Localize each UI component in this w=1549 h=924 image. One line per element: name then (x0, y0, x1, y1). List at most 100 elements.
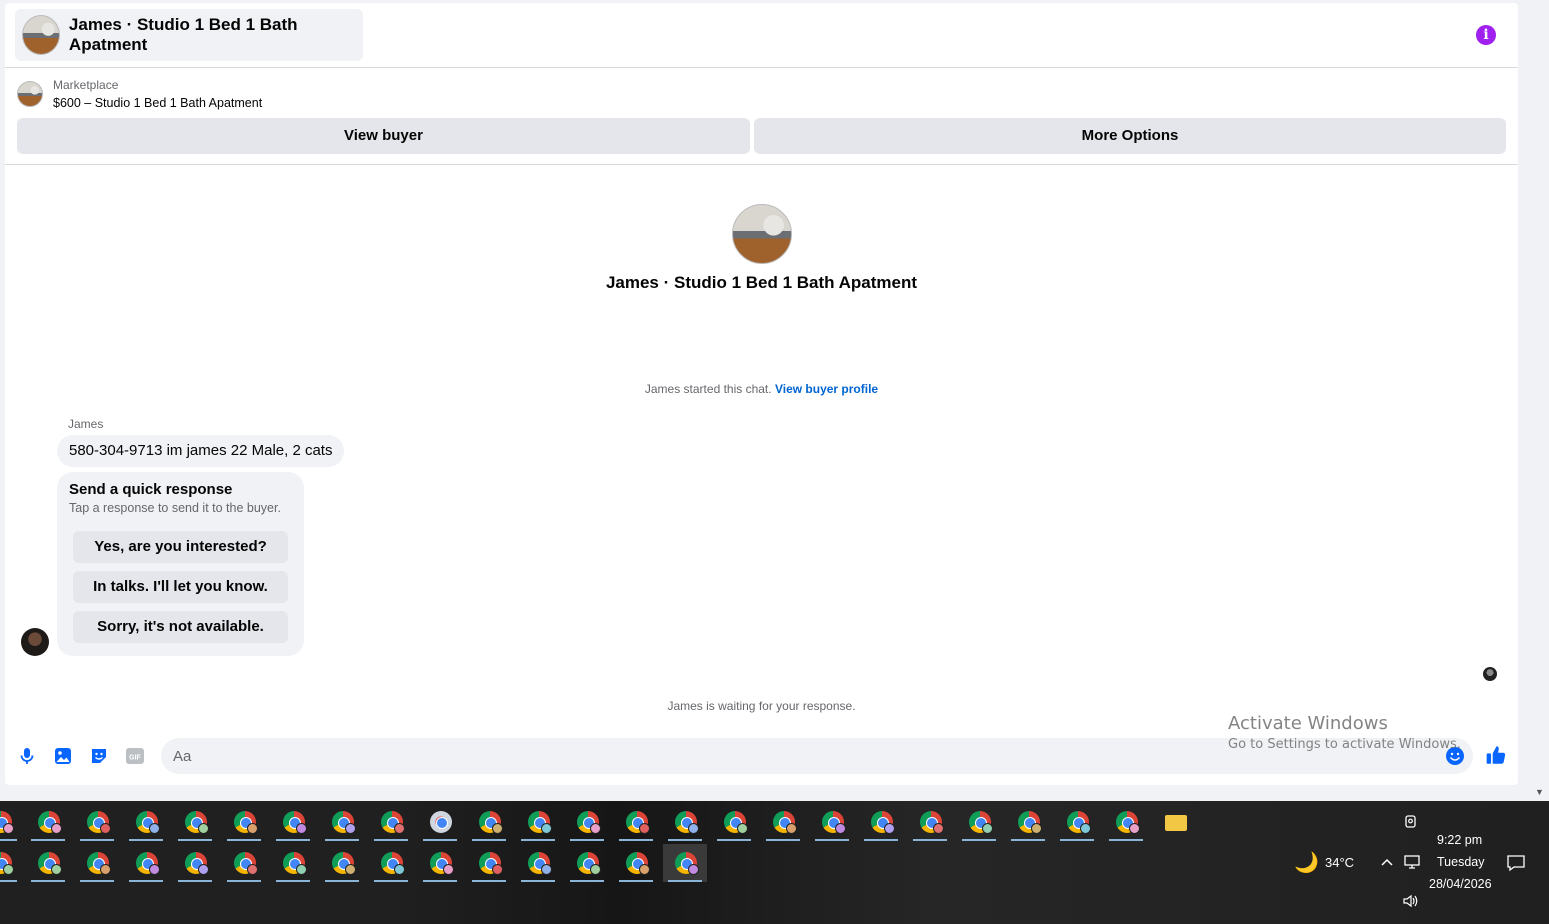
moon-icon[interactable]: 🌙 (1294, 850, 1319, 875)
profile-badge-icon (149, 823, 160, 834)
profile-avatar[interactable] (732, 204, 792, 264)
taskbar-app-button[interactable] (369, 844, 413, 882)
running-indicator (374, 839, 408, 841)
running-indicator (178, 880, 212, 882)
taskbar-app-button[interactable] (26, 844, 70, 882)
profile-badge-icon (982, 823, 993, 834)
taskbar-app-button[interactable] (320, 844, 364, 882)
taskbar-app-button[interactable] (712, 803, 756, 841)
taskbar-app-button[interactable] (75, 803, 119, 841)
clock-date[interactable]: 28/04/2026 (1429, 877, 1492, 891)
profile-badge-icon (394, 823, 405, 834)
view-buyer-profile-link[interactable]: View buyer profile (775, 382, 878, 396)
message-input[interactable] (161, 738, 1473, 774)
taskbar-app-button[interactable] (320, 803, 364, 841)
quick-response-button[interactable]: Sorry, it's not available. (73, 611, 288, 643)
thumbs-up-icon[interactable] (1485, 744, 1507, 766)
taskbar-app-button[interactable] (222, 803, 266, 841)
more-options-button[interactable]: More Options (754, 118, 1506, 154)
taskbar-app-button[interactable] (859, 803, 903, 841)
clock-time[interactable]: 9:22 pm (1437, 833, 1482, 847)
taskbar-app-button[interactable] (271, 803, 315, 841)
scroll-down-arrow[interactable]: ▼ (1535, 787, 1544, 797)
quick-response-title: Send a quick response (69, 481, 233, 498)
taskbar-app-button[interactable] (761, 803, 805, 841)
running-indicator (0, 839, 17, 841)
profile-badge-icon (51, 823, 62, 834)
taskbar-app-button[interactable] (124, 844, 168, 882)
volume-icon[interactable] (1402, 893, 1420, 909)
view-buyer-button[interactable]: View buyer (17, 118, 750, 154)
message-bubble[interactable]: 580-304-9713 im james 22 Male, 2 cats (57, 435, 345, 467)
taskbar-app-button[interactable] (0, 844, 22, 882)
waiting-notice: James is waiting for your response. (667, 699, 856, 713)
taskbar-app-button[interactable] (957, 803, 1001, 841)
taskbar-app-button[interactable] (124, 803, 168, 841)
taskbar-app-button[interactable] (516, 844, 560, 882)
taskbar-app-button[interactable] (1006, 803, 1050, 841)
taskbar-app-button[interactable] (26, 803, 70, 841)
taskbar-app-button[interactable] (663, 803, 707, 841)
taskbar-app-button[interactable] (565, 803, 609, 841)
file-explorer-button[interactable] (1153, 803, 1197, 841)
meet-now-icon[interactable] (1403, 814, 1419, 830)
running-indicator (423, 839, 457, 841)
profile-badge-icon (247, 823, 258, 834)
running-indicator (570, 880, 604, 882)
taskbar-app-button[interactable] (1104, 803, 1148, 841)
taskbar-app-button[interactable] (418, 844, 462, 882)
taskbar-app-button[interactable] (908, 803, 952, 841)
network-icon[interactable] (1403, 854, 1421, 870)
info-icon[interactable]: i (1476, 25, 1496, 45)
taskbar-app-button[interactable] (810, 803, 854, 841)
emoji-icon[interactable] (1445, 746, 1465, 766)
taskbar-app-button[interactable] (271, 844, 315, 882)
taskbar-app-button[interactable] (0, 803, 22, 841)
gif-icon[interactable]: GIF (125, 746, 145, 766)
profile-badge-icon (639, 864, 650, 875)
running-indicator (717, 839, 751, 841)
listing-title[interactable]: $600 – Studio 1 Bed 1 Bath Apatment (53, 96, 262, 110)
profile-badge-icon (443, 864, 454, 875)
taskbar-app-button[interactable] (516, 803, 560, 841)
chat-started-notice: James started this chat. View buyer prof… (5, 382, 1518, 396)
profile-badge-icon (786, 823, 797, 834)
quick-response-button[interactable]: In talks. I'll let you know. (73, 571, 288, 603)
profile-badge-icon (541, 823, 552, 834)
taskbar-app-button[interactable] (663, 844, 707, 882)
taskbar-app-button[interactable] (75, 844, 119, 882)
taskbar-app-button[interactable] (418, 803, 462, 841)
running-indicator (374, 880, 408, 882)
profile-badge-icon (492, 864, 503, 875)
profile-badge-icon (198, 864, 209, 875)
running-indicator (129, 880, 163, 882)
clock-day[interactable]: Tuesday (1437, 855, 1484, 869)
running-indicator (619, 839, 653, 841)
profile-badge-icon (492, 823, 503, 834)
taskbar-app-button[interactable] (1055, 803, 1099, 841)
sticker-icon[interactable] (89, 746, 109, 766)
quick-response-button[interactable]: Yes, are you interested? (73, 531, 288, 563)
weather-temperature[interactable]: 34°C (1325, 855, 1354, 870)
taskbar-app-button[interactable] (173, 803, 217, 841)
profile-badge-icon (198, 823, 209, 834)
taskbar-app-button[interactable] (173, 844, 217, 882)
taskbar-app-button[interactable] (467, 844, 511, 882)
running-indicator (325, 839, 359, 841)
taskbar-app-button[interactable] (222, 844, 266, 882)
taskbar-app-button[interactable] (565, 844, 609, 882)
photo-icon[interactable] (53, 746, 73, 766)
running-indicator (521, 839, 555, 841)
taskbar-app-button[interactable] (614, 844, 658, 882)
sender-avatar[interactable] (21, 628, 49, 656)
conversation-title-button[interactable]: James · Studio 1 Bed 1 Bath Apatment (15, 9, 363, 61)
profile-badge-icon (296, 864, 307, 875)
taskbar-app-button[interactable] (369, 803, 413, 841)
microphone-icon[interactable] (17, 746, 37, 766)
running-indicator (276, 839, 310, 841)
running-indicator (31, 880, 65, 882)
chevron-up-icon[interactable] (1380, 856, 1394, 868)
taskbar-app-button[interactable] (614, 803, 658, 841)
taskbar-app-button[interactable] (467, 803, 511, 841)
notifications-icon[interactable] (1506, 854, 1526, 872)
